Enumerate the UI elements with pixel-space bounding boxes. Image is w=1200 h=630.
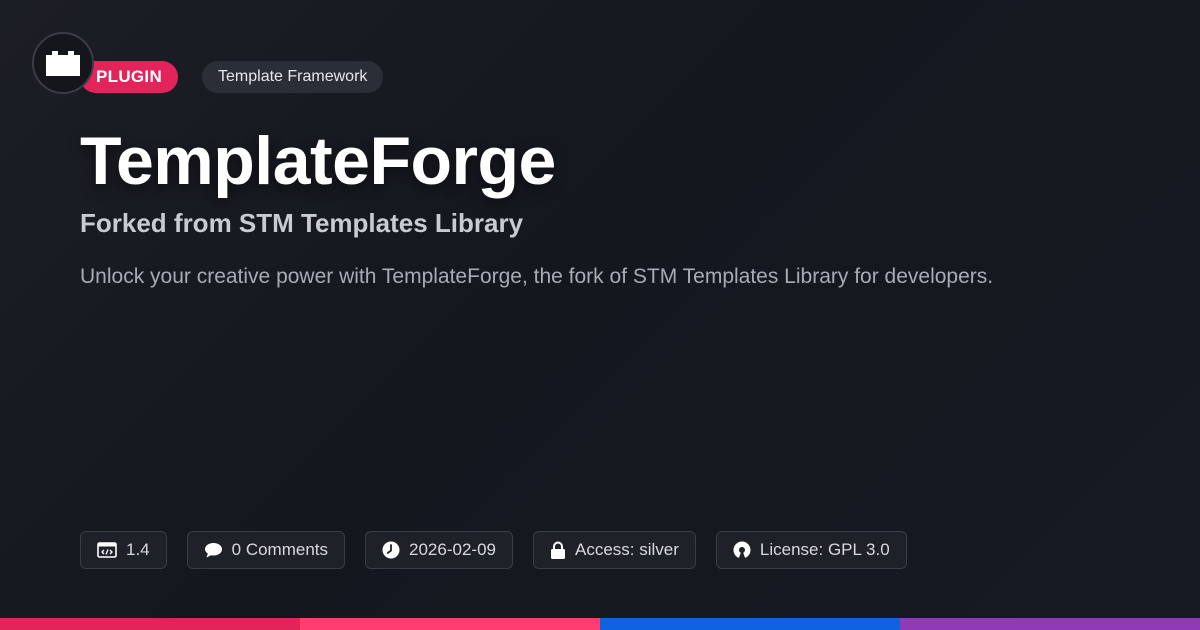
license-text: License: GPL 3.0 bbox=[759, 540, 890, 559]
code-window-icon bbox=[97, 542, 117, 558]
comments-chip[interactable]: 0 Comments bbox=[186, 531, 346, 569]
open-source-icon bbox=[733, 541, 751, 558]
lock-icon bbox=[550, 540, 565, 559]
clock-icon bbox=[382, 541, 400, 559]
access-chip: Access: silver bbox=[532, 531, 696, 569]
speech-bubble-icon bbox=[204, 543, 222, 558]
accent-bar-segment bbox=[300, 618, 600, 630]
page-subtitle: Forked from STM Templates Library bbox=[80, 208, 524, 238]
page-title: TemplateForge bbox=[80, 123, 556, 199]
badge-row: PLUGIN Template Framework bbox=[80, 61, 384, 93]
license-chip[interactable]: License: GPL 3.0 bbox=[715, 531, 907, 569]
type-badge: PLUGIN bbox=[80, 61, 179, 93]
version-text: 1.4 bbox=[126, 540, 150, 559]
bottom-accent-bar bbox=[0, 618, 1200, 630]
version-chip: 1.4 bbox=[80, 531, 167, 569]
comments-text: 0 Comments bbox=[231, 540, 329, 559]
avatar bbox=[32, 32, 94, 94]
accent-bar-segment bbox=[900, 618, 1200, 630]
category-badge[interactable]: Template Framework bbox=[202, 61, 384, 93]
page-description: Unlock your creative power with Template… bbox=[80, 265, 994, 288]
accent-bar-segment bbox=[0, 618, 300, 630]
access-text: Access: silver bbox=[574, 540, 679, 559]
meta-row: 1.4 0 Comments 2026-02-09 Access: silver… bbox=[80, 531, 907, 569]
date-chip: 2026-02-09 bbox=[365, 531, 513, 569]
plugin-block-icon bbox=[46, 51, 80, 76]
accent-bar-segment bbox=[600, 618, 900, 630]
date-text: 2026-02-09 bbox=[409, 540, 496, 559]
